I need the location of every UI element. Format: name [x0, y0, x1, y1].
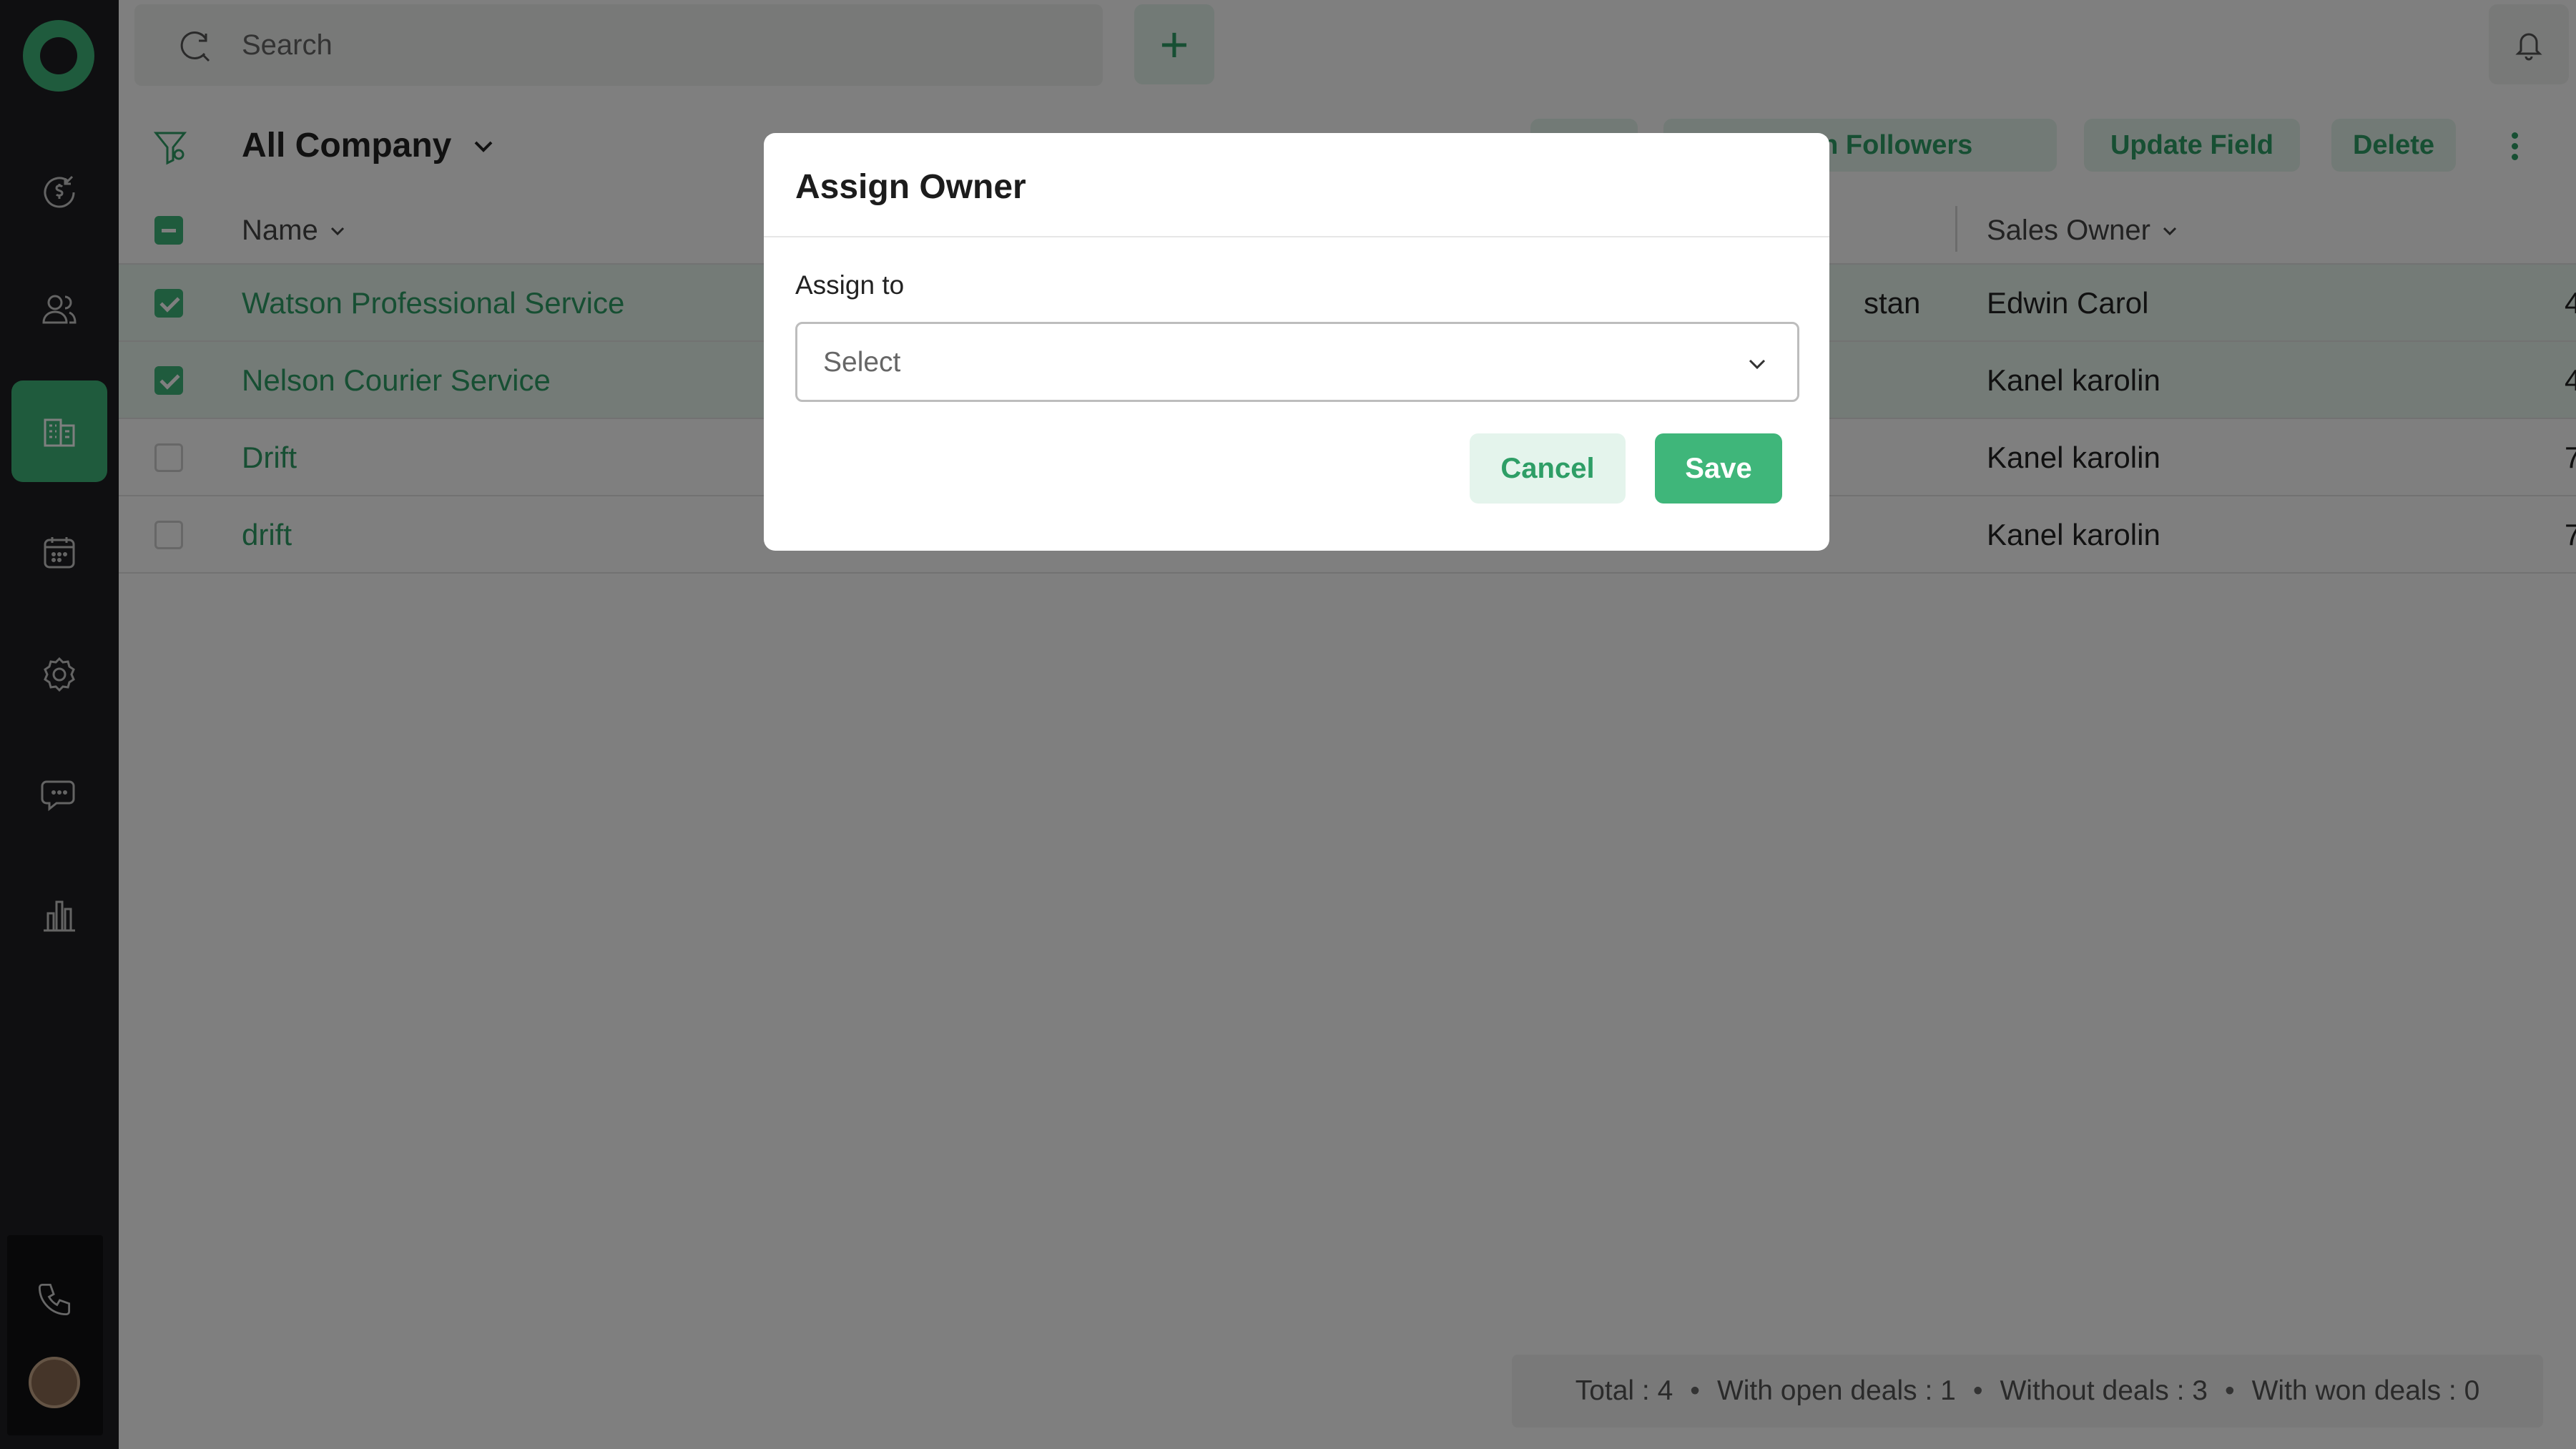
cancel-button[interactable]: Cancel: [1470, 433, 1626, 504]
select-placeholder: Select: [823, 347, 901, 378]
assign-owner-dialog: Assign Owner Assign to Select Cancel Sav…: [764, 133, 1829, 551]
save-button[interactable]: Save: [1655, 433, 1782, 504]
owner-select[interactable]: Select: [795, 322, 1799, 402]
chevron-down-icon: [1749, 359, 1766, 370]
dialog-title: Assign Owner: [795, 168, 1026, 206]
assign-to-label: Assign to: [795, 270, 905, 300]
dialog-header: Assign Owner: [764, 133, 1829, 237]
